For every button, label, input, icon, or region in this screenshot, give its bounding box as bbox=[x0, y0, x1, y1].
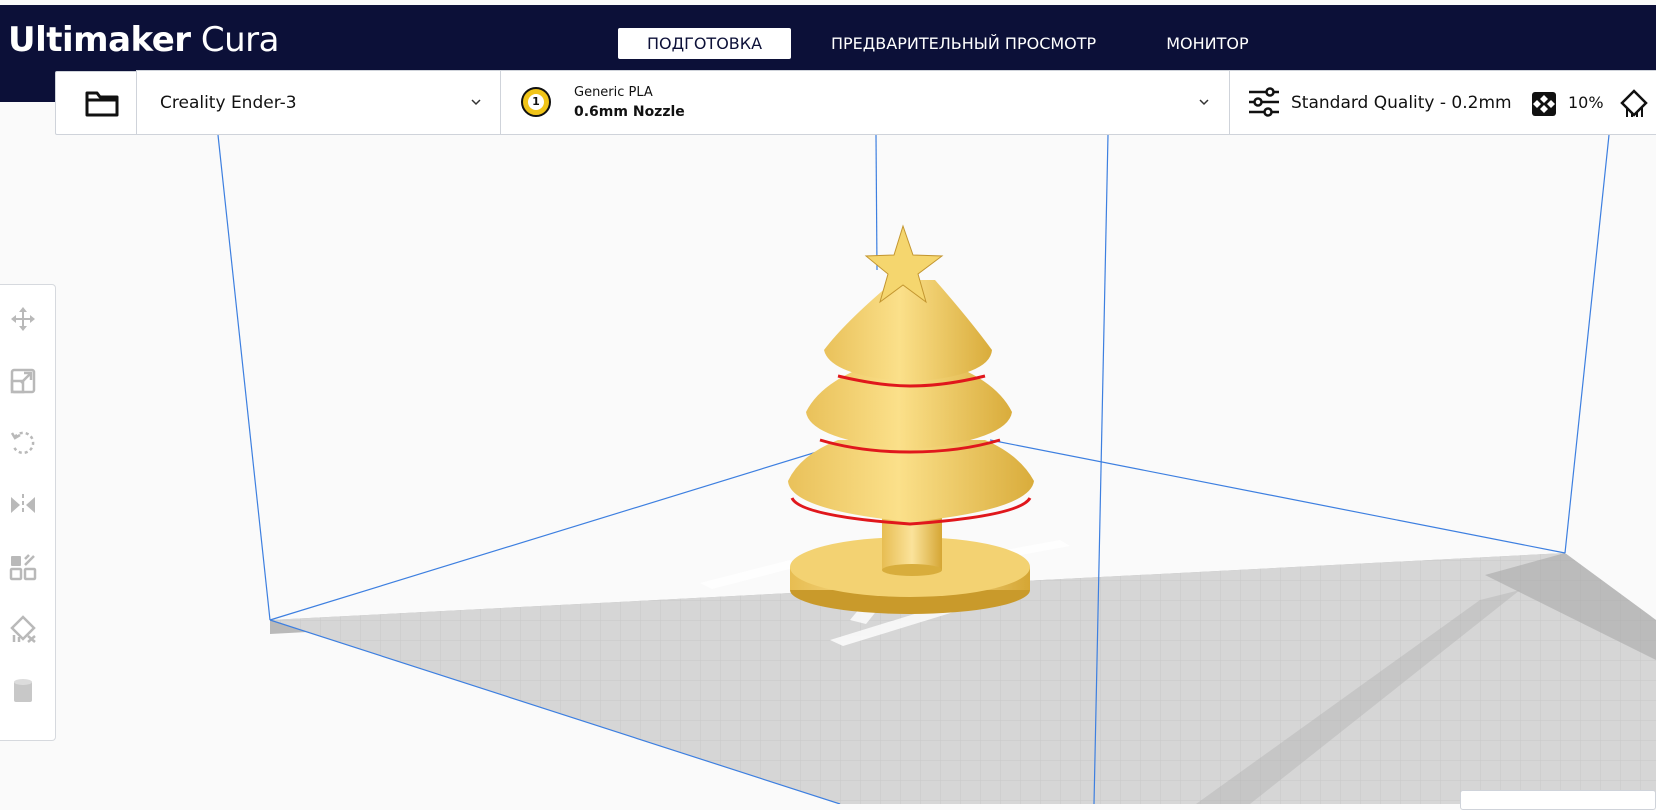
infill-value: 10% bbox=[1568, 93, 1604, 112]
printer-name: Creality Ender-3 bbox=[160, 93, 297, 113]
tab-monitor[interactable]: МОНИТОР bbox=[1151, 28, 1263, 59]
logo-brand: Ultimaker bbox=[8, 20, 191, 60]
tab-prepare[interactable]: ПОДГОТОВКА bbox=[618, 28, 791, 59]
nozzle-name: 0.6mm Nozzle bbox=[574, 104, 685, 120]
tab-preview[interactable]: ПРЕДВАРИТЕЛЬНЫЙ ПРОСМОТР bbox=[816, 28, 1111, 59]
rotate-icon[interactable] bbox=[9, 429, 37, 457]
support-blocker-icon[interactable] bbox=[9, 615, 37, 643]
support-icon bbox=[1620, 89, 1648, 117]
logo-product: Cura bbox=[200, 20, 280, 60]
printer-selector[interactable]: Creality Ender-3 bbox=[136, 70, 501, 135]
print-setup-selector[interactable]: Standard Quality - 0.2mm 10% bbox=[1229, 70, 1656, 135]
extruder-number: 1 bbox=[528, 94, 544, 110]
cylinder-icon[interactable] bbox=[9, 677, 37, 705]
stage-tabs: ПОДГОТОВКА ПРЕДВАРИТЕЛЬНЫЙ ПРОСМОТР МОНИ… bbox=[618, 28, 1264, 59]
material-selector[interactable]: 1 Generic PLA 0.6mm Nozzle bbox=[500, 70, 1230, 135]
folder-icon bbox=[85, 91, 118, 117]
sliders-icon bbox=[1249, 87, 1279, 117]
app-logo: Ultimaker Cura bbox=[8, 20, 280, 60]
chevron-down-icon bbox=[1199, 99, 1209, 106]
infill-icon bbox=[1532, 92, 1556, 116]
move-icon[interactable] bbox=[9, 305, 37, 333]
open-file-button[interactable] bbox=[55, 71, 148, 135]
extruder-icon: 1 bbox=[521, 87, 551, 117]
object-list-panel[interactable] bbox=[1460, 790, 1656, 810]
per-model-settings-icon[interactable] bbox=[9, 553, 37, 581]
chevron-down-icon bbox=[471, 99, 481, 106]
quality-profile: Standard Quality - 0.2mm bbox=[1291, 93, 1512, 113]
tree-model[interactable] bbox=[788, 224, 1034, 614]
tool-panel bbox=[0, 284, 56, 741]
material-name: Generic PLA bbox=[574, 85, 653, 100]
scale-icon[interactable] bbox=[9, 367, 37, 395]
mirror-icon[interactable] bbox=[9, 491, 37, 519]
